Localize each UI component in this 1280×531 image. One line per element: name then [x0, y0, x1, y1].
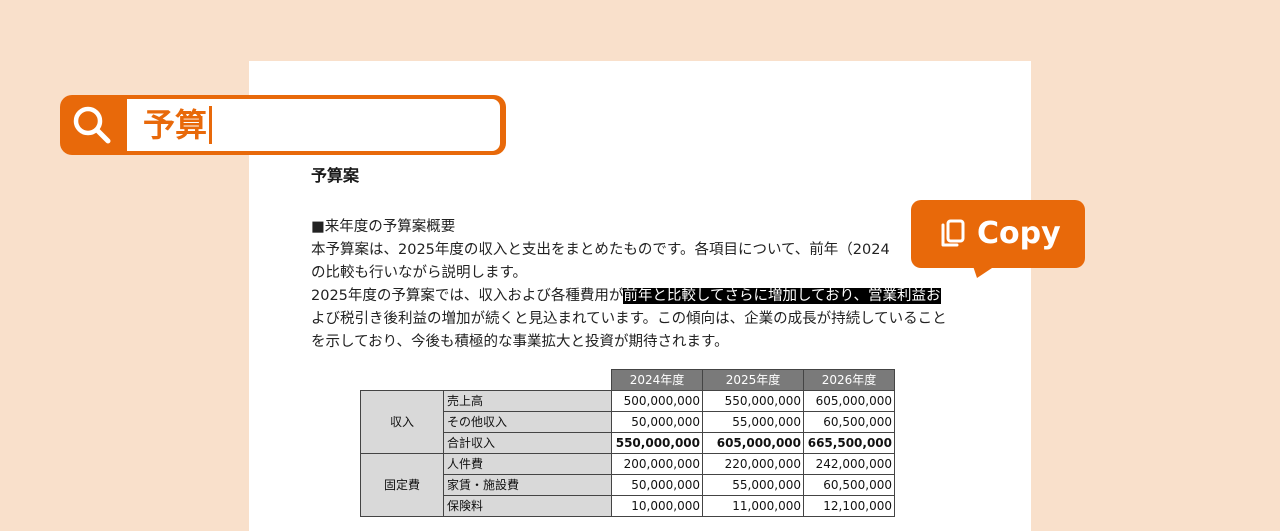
table-cell: 550,000,000: [702, 390, 804, 412]
copy-icon: [939, 218, 967, 250]
text-cursor: [209, 106, 213, 144]
budget-table: 2024年度 2025年度 2026年度 収入 売上高 500,000,000 …: [360, 369, 895, 517]
column-header-2025: 2025年度: [702, 369, 804, 391]
column-header-2024: 2024年度: [611, 369, 703, 391]
table-cell: 50,000,000: [611, 411, 703, 433]
table-cell: 665,500,000: [803, 432, 895, 454]
paragraph-line-with-selection: 2025年度の予算案では、収入および各種費用が前年と比較してさらに増加しており、…: [311, 285, 1011, 308]
row-group-income: 収入: [360, 390, 444, 454]
row-label: 家賃・施設費: [443, 474, 612, 496]
document-body[interactable]: ■来年度の予算案概要 本予算案は、2025年度の収入と支出をまとめたものです。各…: [311, 216, 1011, 354]
table-cell: 200,000,000: [611, 453, 703, 475]
table-row: 収入 売上高 500,000,000 550,000,000 605,000,0…: [360, 390, 895, 454]
table-cell: 605,000,000: [803, 390, 895, 412]
row-label: その他収入: [443, 411, 612, 433]
table-row: 固定費 人件費 200,000,000 220,000,000 242,000,…: [360, 453, 895, 517]
row-group-fixed-costs: 固定費: [360, 453, 444, 517]
paragraph-line: を示しており、今後も積極的な事業拡大と投資が期待されます。: [311, 334, 729, 350]
table-cell: 500,000,000: [611, 390, 703, 412]
row-label: 人件費: [443, 453, 612, 475]
search-bar[interactable]: 予算: [60, 95, 506, 155]
paragraph-line: の比較も行いながら説明します。: [311, 265, 528, 281]
row-label: 保険料: [443, 495, 612, 517]
search-input[interactable]: 予算: [127, 99, 500, 151]
table-cell: 60,500,000: [803, 411, 895, 433]
table-cell: 50,000,000: [611, 474, 703, 496]
row-label: 売上高: [443, 390, 612, 412]
table-cell: 55,000,000: [702, 474, 804, 496]
unselected-text: 2025年度の予算案では、収入および各種費用が: [311, 288, 624, 304]
table-cell: 10,000,000: [611, 495, 703, 517]
table-cell: 550,000,000: [611, 432, 703, 454]
table-corner: [444, 370, 612, 391]
table-cell: 11,000,000: [702, 495, 804, 517]
table-cell: 605,000,000: [702, 432, 804, 454]
table-cell: 242,000,000: [803, 453, 895, 475]
selected-text[interactable]: 前年と比較してさらに増加しており、営業利益お: [623, 288, 941, 304]
paragraph-line: 本予算案は、2025年度の収入と支出をまとめたものです。各項目について、前年（2…: [311, 242, 890, 258]
paragraph-line: ■来年度の予算案概要: [311, 219, 456, 235]
table-header-row: 2024年度 2025年度 2026年度: [361, 369, 895, 391]
copy-button[interactable]: Copy: [911, 200, 1085, 278]
column-header-2026: 2026年度: [803, 369, 895, 391]
table-cell: 12,100,000: [803, 495, 895, 517]
document-title: 予算案: [311, 166, 360, 185]
search-query-text: 予算: [143, 106, 208, 144]
table-cell: 220,000,000: [702, 453, 804, 475]
table-cell: 60,500,000: [803, 474, 895, 496]
search-icon[interactable]: [70, 103, 114, 147]
table-corner: [361, 370, 444, 391]
table-cell: 55,000,000: [702, 411, 804, 433]
copy-button-label: Copy: [977, 216, 1061, 251]
row-label: 合計収入: [443, 432, 612, 454]
paragraph-line: よび税引き後利益の増加が続くと見込まれています。この傾向は、企業の成長が持続して…: [311, 311, 947, 327]
